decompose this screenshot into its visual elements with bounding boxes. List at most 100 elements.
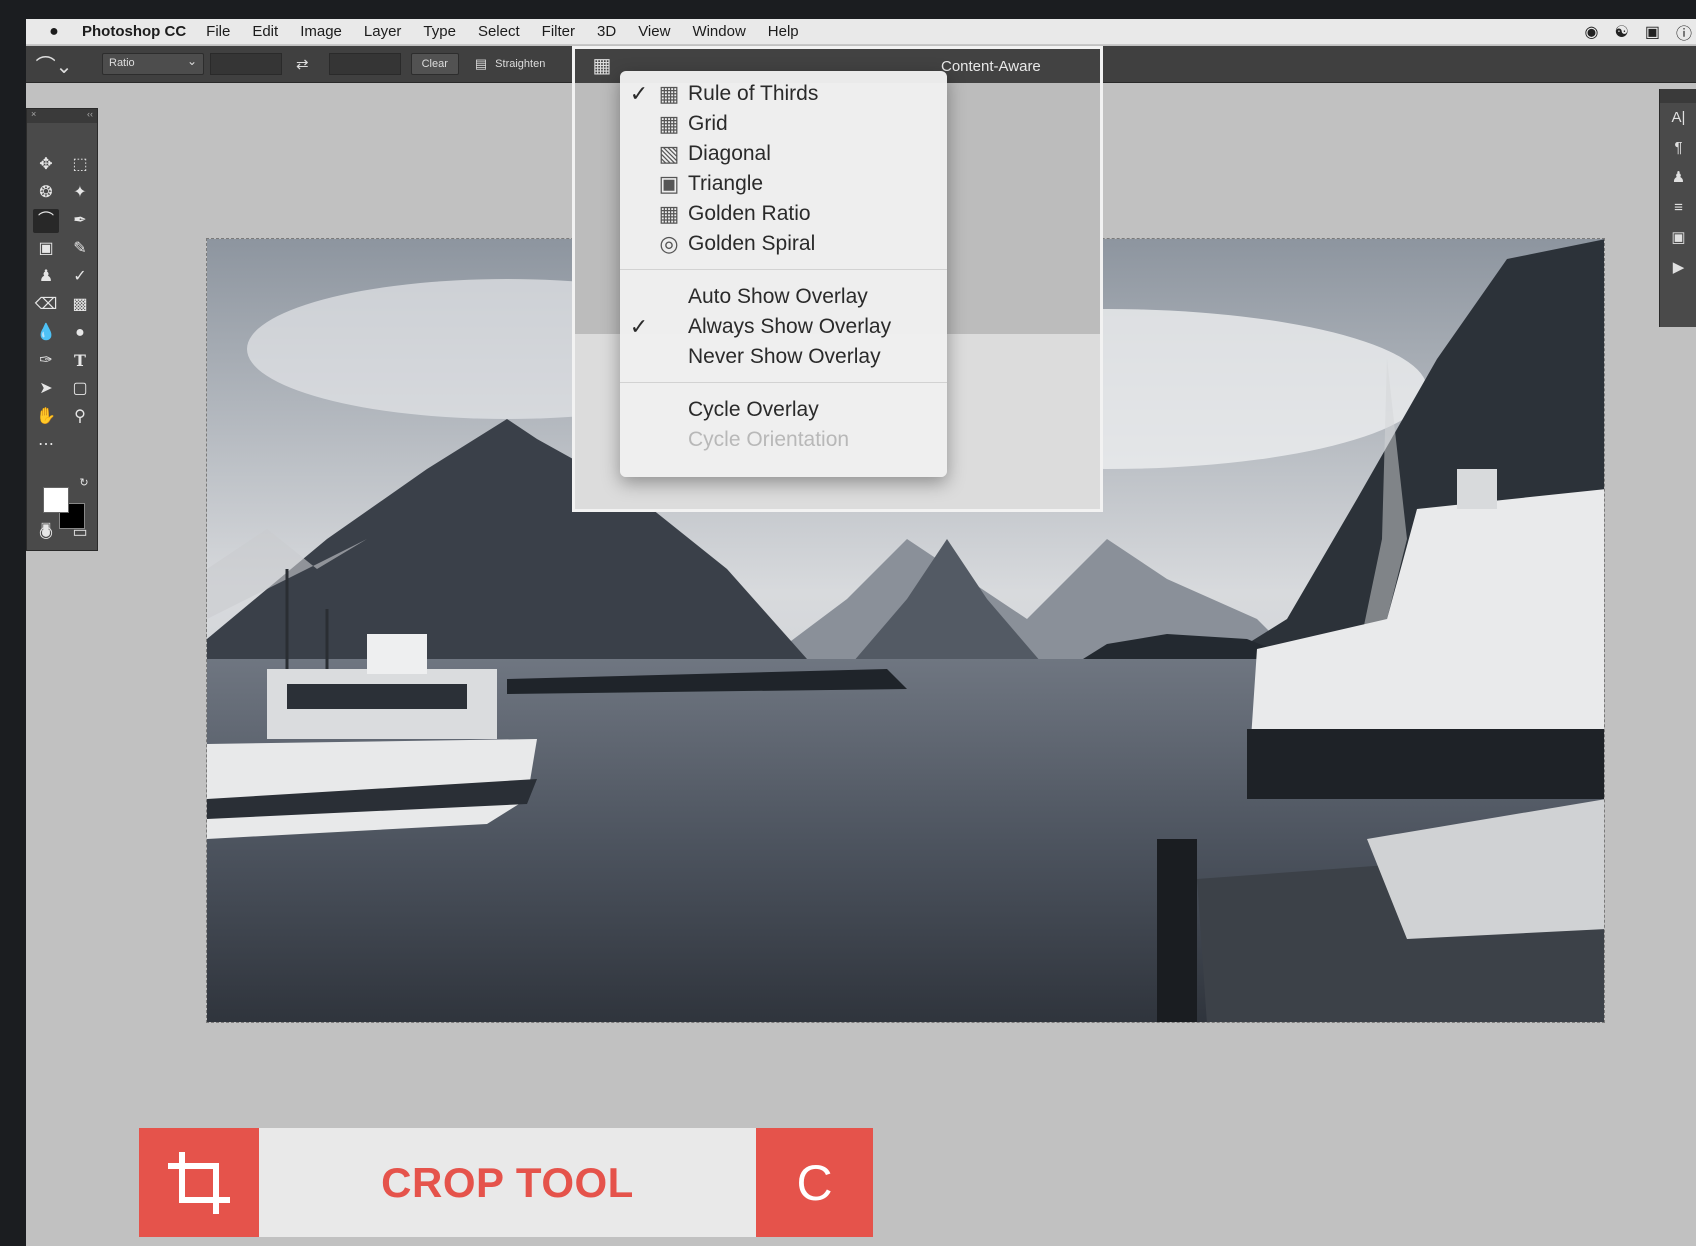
foreground-color-swatch[interactable] xyxy=(43,487,69,513)
zoom-tool-icon[interactable]: ⚲ xyxy=(67,405,93,429)
gradient-tool-icon[interactable]: ▩ xyxy=(67,293,93,317)
close-icon[interactable]: × xyxy=(31,109,36,123)
menu-item-cycle-orientation: Cycle Orientation xyxy=(620,425,947,455)
menu-item-triangle[interactable]: ▣ Triangle xyxy=(620,169,947,199)
width-field[interactable] xyxy=(210,53,282,75)
paragraph-panel-icon[interactable]: ¶ xyxy=(1660,133,1696,163)
screen-mode-icon[interactable]: ▭ xyxy=(67,521,93,545)
sync-icon[interactable]: ☯ xyxy=(1615,22,1629,42)
display-icon[interactable]: ▣ xyxy=(1645,22,1660,42)
swap-colors-icon[interactable]: ↻ xyxy=(71,471,97,495)
character-styles-icon[interactable]: ♟ xyxy=(1660,163,1696,193)
menu-filter[interactable]: Filter xyxy=(542,23,575,40)
character-panel-icon[interactable]: A| xyxy=(1660,103,1696,133)
blur-tool-icon[interactable]: 💧 xyxy=(33,321,59,345)
grid-icon: ▦ xyxy=(658,111,680,136)
golden-ratio-icon: ▦ xyxy=(658,201,680,226)
right-panel-strip: A| ¶ ♟ ≡ ▣ ▶ xyxy=(1659,89,1696,327)
menu-edit[interactable]: Edit xyxy=(252,23,278,40)
menu-3d[interactable]: 3D xyxy=(597,23,616,40)
menu-image[interactable]: Image xyxy=(300,23,342,40)
checkmark-icon: ✓ xyxy=(629,314,649,339)
move-tool-icon[interactable]: ✥ xyxy=(33,153,59,177)
collapse-icon[interactable]: ‹‹ xyxy=(87,109,93,123)
ratio-select[interactable]: Ratio xyxy=(102,53,204,75)
overlay-options-menu: ✓ ▦ Rule of Thirds ▦ Grid ▧ Diagonal ▣ T… xyxy=(620,71,947,477)
menu-type[interactable]: Type xyxy=(423,23,456,40)
type-tool-icon[interactable]: T xyxy=(67,349,93,373)
menu-window[interactable]: Window xyxy=(692,23,745,40)
tools-panel: × ‹‹ ✥ ⬚ ❂ ✦ ⌒ ✒ ▣ ✎ ♟ ✓ ⌫ ▩ 💧 ● ✑ T ➤ ▢ … xyxy=(26,108,98,551)
more-tools-icon[interactable]: ⋯ xyxy=(33,433,59,457)
menu-item-golden-ratio[interactable]: ▦ Golden Ratio xyxy=(620,199,947,229)
grid-icon: ▦ xyxy=(658,81,680,106)
menu-item-cycle-overlay[interactable]: Cycle Overlay xyxy=(620,395,947,425)
menu-item-label: Golden Ratio xyxy=(688,202,811,225)
menu-file[interactable]: File xyxy=(206,23,230,40)
crop-icon xyxy=(139,1128,259,1237)
magic-wand-tool-icon[interactable]: ✦ xyxy=(67,181,93,205)
crop-tool-icon[interactable]: ⌒ xyxy=(33,209,59,233)
menu-select[interactable]: Select xyxy=(478,23,520,40)
menu-item-label: Auto Show Overlay xyxy=(688,285,868,308)
eyedropper-tool-icon[interactable]: ✒ xyxy=(67,209,93,233)
menu-item-golden-spiral[interactable]: ◎ Golden Spiral xyxy=(620,229,947,259)
menu-item-label: Grid xyxy=(688,112,728,135)
app-window: ● Photoshop CC File Edit Image Layer Typ… xyxy=(0,0,1696,1246)
status-icons: ◉ ☯ ▣ ⓘ xyxy=(1585,19,1696,45)
menu-layer[interactable]: Layer xyxy=(364,23,402,40)
apple-menu-icon[interactable]: ● xyxy=(26,23,82,41)
menu-item-label: Diagonal xyxy=(688,142,771,165)
info-icon[interactable]: ⓘ xyxy=(1676,20,1692,44)
menu-item-label: Golden Spiral xyxy=(688,232,816,255)
quick-mask-icon[interactable]: ◉ xyxy=(33,521,59,545)
menu-item-rule-of-thirds[interactable]: ✓ ▦ Rule of Thirds xyxy=(620,79,947,109)
path-selection-tool-icon[interactable]: ➤ xyxy=(33,377,59,401)
eraser-tool-icon[interactable]: ⌫ xyxy=(33,293,59,317)
menu-separator xyxy=(620,382,947,383)
brush-tool-icon[interactable]: ✎ xyxy=(67,237,93,261)
crop-preset-icon[interactable]: ⌒⌄ xyxy=(26,50,82,79)
menu-bar: ● Photoshop CC File Edit Image Layer Typ… xyxy=(26,19,1696,45)
right-panel-header xyxy=(1660,89,1696,103)
dodge-tool-icon[interactable]: ● xyxy=(67,321,93,345)
glyphs-panel-icon[interactable]: ▣ xyxy=(1660,223,1696,253)
paragraph-styles-icon[interactable]: ≡ xyxy=(1660,193,1696,223)
clear-button[interactable]: Clear xyxy=(410,53,459,75)
crop-symbol xyxy=(168,1151,230,1214)
menu-separator xyxy=(620,269,947,270)
swap-dimensions-icon[interactable]: ⇄ xyxy=(296,55,309,73)
triangle-icon: ▣ xyxy=(658,171,680,196)
marquee-tool-icon[interactable]: ⬚ xyxy=(67,153,93,177)
menu-item-always-show-overlay[interactable]: ✓ Always Show Overlay xyxy=(620,312,947,342)
checkmark-icon: ✓ xyxy=(629,81,649,106)
crop-tool-banner: CROP TOOL C xyxy=(139,1128,873,1237)
app-name-menu[interactable]: Photoshop CC xyxy=(82,23,186,40)
clone-stamp-tool-icon[interactable]: ♟ xyxy=(33,265,59,289)
pen-tool-icon[interactable]: ✑ xyxy=(33,349,59,373)
lasso-tool-icon[interactable]: ❂ xyxy=(33,181,59,205)
straighten-label: Straighten xyxy=(495,58,546,70)
level-icon: ▤ xyxy=(474,56,488,71)
healing-brush-tool-icon[interactable]: ▣ xyxy=(33,237,59,261)
menu-item-label: Cycle Overlay xyxy=(688,398,819,421)
shape-tool-icon[interactable]: ▢ xyxy=(67,377,93,401)
overlay-options-button[interactable]: ▦ xyxy=(587,53,617,79)
hand-tool-icon[interactable]: ✋ xyxy=(33,405,59,429)
menu-item-auto-show-overlay[interactable]: Auto Show Overlay xyxy=(620,282,947,312)
content-aware-checkbox[interactable]: Content-Aware xyxy=(941,58,1041,75)
menu-view[interactable]: View xyxy=(638,23,670,40)
menu-item-label: Triangle xyxy=(688,172,764,195)
straighten-button[interactable]: ▤ Straighten xyxy=(475,56,545,72)
actions-play-icon[interactable]: ▶ xyxy=(1660,253,1696,283)
menu-item-never-show-overlay[interactable]: Never Show Overlay xyxy=(620,342,947,372)
creative-cloud-icon[interactable]: ◉ xyxy=(1585,22,1599,42)
menu-item-diagonal[interactable]: ▧ Diagonal xyxy=(620,139,947,169)
height-field[interactable] xyxy=(328,53,401,75)
banner-title: CROP TOOL xyxy=(259,1128,756,1237)
menu-help[interactable]: Help xyxy=(768,23,799,40)
menu-item-grid[interactable]: ▦ Grid xyxy=(620,109,947,139)
golden-spiral-icon: ◎ xyxy=(659,231,679,256)
menu-item-label: Never Show Overlay xyxy=(688,345,881,368)
history-brush-tool-icon[interactable]: ✓ xyxy=(67,265,93,289)
